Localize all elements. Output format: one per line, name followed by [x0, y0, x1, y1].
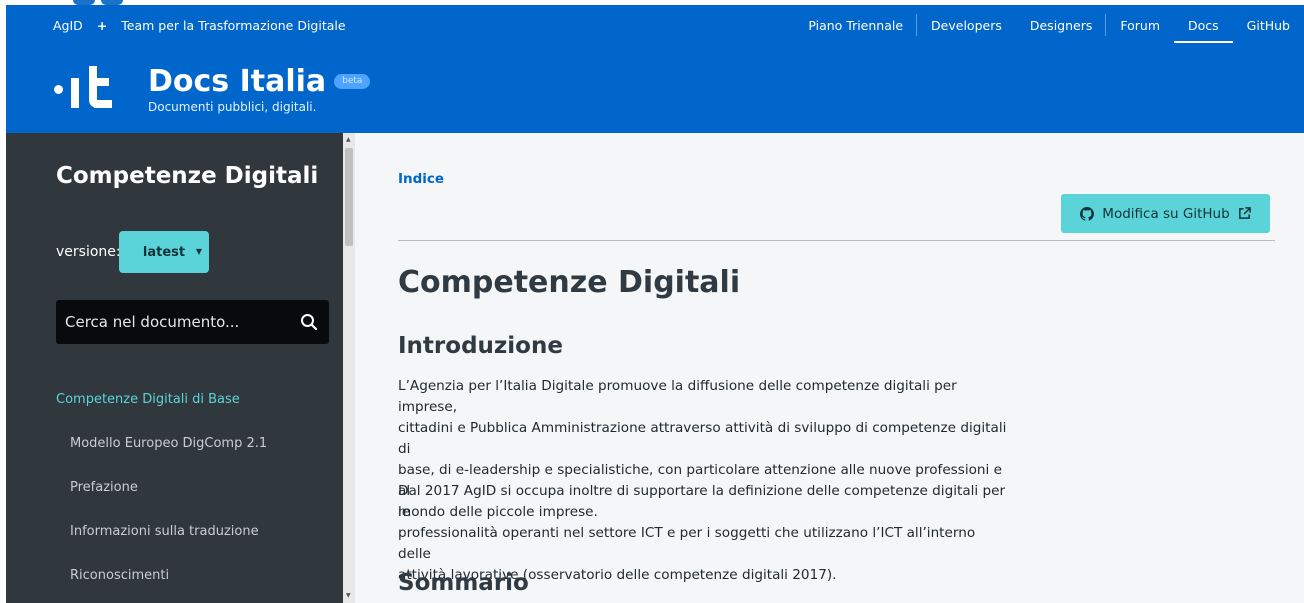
version-value: latest [142, 244, 186, 260]
sidebar-item-riconoscimenti[interactable]: Riconoscimenti [56, 553, 328, 597]
github-icon [1080, 206, 1095, 221]
scroll-thumb[interactable] [345, 148, 353, 246]
sidebar-nav: Competenze Digitali di Base Modello Euro… [56, 377, 328, 597]
page-title: Competenze Digitali [398, 265, 741, 300]
sidebar-panel: Competenze Digitali versione: latest ▼ C… [38, 133, 329, 603]
beta-badge: beta [334, 74, 371, 89]
nav-developers[interactable]: Developers [917, 5, 1016, 45]
scroll-up-icon[interactable]: ▲ [346, 137, 351, 143]
main-content: Indice Modifica su GitHub Competenze Dig… [355, 133, 1304, 603]
scroll-down-icon[interactable]: ▼ [346, 593, 351, 599]
section-title-sommario: Sommario [398, 570, 529, 596]
nav-docs[interactable]: Docs [1174, 5, 1233, 45]
external-link-icon [1238, 207, 1251, 219]
brand-header: Docs Italia beta Documenti pubblici, dig… [6, 45, 1304, 133]
search-icon[interactable] [289, 300, 329, 344]
text-line: professionalità operanti nel settore ICT… [398, 525, 976, 562]
search-input[interactable]: Cerca nel documento... [56, 313, 289, 331]
top-bar: AgID + Team per la Trasformazione Digita… [6, 5, 1304, 45]
top-bar-left: AgID + Team per la Trasformazione Digita… [6, 18, 346, 33]
text-line: cittadini e Pubblica Amministrazione att… [398, 420, 1007, 457]
sidebar-scrollbar[interactable]: ▲ ▼ [343, 133, 355, 603]
brand-block: Docs Italia beta Documenti pubblici, dig… [148, 64, 371, 114]
breadcrumb[interactable]: Indice [398, 171, 444, 187]
sidebar-item-competenze-base[interactable]: Competenze Digitali di Base [56, 377, 328, 421]
text-line: Dal 2017 AgID si occupa inoltre di suppo… [398, 483, 1006, 520]
nav-designers[interactable]: Designers [1016, 5, 1107, 45]
sidebar: Competenze Digitali versione: latest ▼ C… [6, 133, 343, 603]
nav-piano-triennale[interactable]: Piano Triennale [794, 5, 917, 45]
sidebar-title[interactable]: Competenze Digitali [56, 163, 318, 189]
top-nav: Piano Triennale Developers Designers For… [794, 5, 1304, 45]
version-select[interactable]: latest ▼ [119, 231, 209, 273]
sidebar-item-prefazione[interactable]: Prefazione [56, 465, 328, 509]
caret-down-icon: ▼ [195, 247, 202, 256]
site-title[interactable]: Docs Italia [148, 64, 326, 99]
text-line: L’Agenzia per l’Italia Digitale promuove… [398, 378, 957, 415]
edit-button-label: Modifica su GitHub [1102, 205, 1230, 222]
nav-github[interactable]: GitHub [1233, 5, 1304, 45]
site-subtitle: Documenti pubblici, digitali. [148, 99, 317, 114]
agid-link[interactable]: AgID [53, 18, 83, 33]
browser-viewport: AgID + Team per la Trasformazione Digita… [6, 5, 1304, 603]
divider [398, 240, 1275, 241]
sidebar-item-digcomp[interactable]: Modello Europeo DigComp 2.1 [56, 421, 328, 465]
section-title-introduzione: Introduzione [398, 333, 563, 359]
team-link[interactable]: Team per la Trasformazione Digitale [121, 18, 345, 33]
version-label: versione: [56, 244, 121, 260]
nav-forum[interactable]: Forum [1106, 5, 1174, 45]
sidebar-item-traduzione[interactable]: Informazioni sulla traduzione [56, 509, 328, 553]
edit-on-github-button[interactable]: Modifica su GitHub [1061, 194, 1270, 233]
search-box: Cerca nel documento... [56, 300, 329, 344]
plus-separator: + [96, 17, 108, 33]
it-logo-icon[interactable] [54, 64, 118, 114]
